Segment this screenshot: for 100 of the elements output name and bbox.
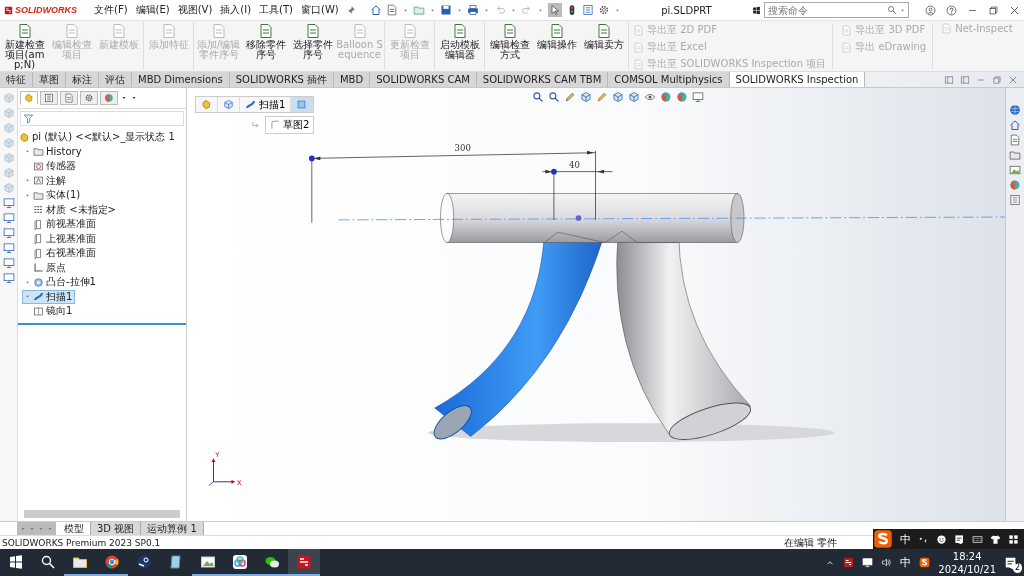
shirt-icon[interactable] — [990, 533, 1001, 545]
magnifier-icon[interactable] — [532, 91, 544, 103]
pencil-icon[interactable] — [564, 91, 576, 103]
menu-item[interactable]: 插入(I) — [219, 3, 253, 17]
tree-item[interactable]: 前视基准面 — [22, 217, 99, 232]
close-icon[interactable] — [1009, 4, 1020, 16]
help-icon[interactable] — [946, 4, 957, 16]
ime-logo-icon[interactable] — [919, 557, 931, 568]
ribbon-button[interactable]: 编辑卖方 — [580, 22, 627, 70]
picture-icon[interactable] — [1009, 164, 1021, 176]
tree-item[interactable]: 凸台-拉伸1 — [22, 275, 99, 290]
tree-item[interactable]: 原点 — [22, 260, 69, 275]
search-field[interactable]: 搜索命令 — [764, 2, 909, 18]
folder-icon[interactable] — [412, 4, 425, 16]
model-tab[interactable]: 3D 视图 — [91, 522, 142, 535]
document-icon[interactable] — [1009, 134, 1021, 146]
cube-icon[interactable] — [628, 91, 640, 103]
search-icon — [40, 553, 56, 570]
close-icon[interactable] — [1008, 74, 1018, 85]
breadcrumb-item[interactable] — [291, 97, 314, 112]
sketch-button[interactable]: 草图2 — [265, 116, 315, 134]
panel-tab[interactable] — [100, 91, 118, 105]
menu-item[interactable]: 编辑(E) — [134, 3, 171, 17]
panel-tab[interactable] — [60, 91, 78, 105]
ribbon-button[interactable]: 选择零件序号 — [289, 22, 336, 70]
magnifier-icon[interactable] — [548, 91, 560, 103]
tree-item[interactable]: 传感器 — [22, 159, 79, 174]
pin-icon[interactable] — [345, 5, 356, 15]
eye-icon[interactable] — [644, 91, 656, 103]
print-icon[interactable] — [466, 4, 479, 16]
app-logo-icon[interactable] — [843, 557, 855, 568]
menu-item[interactable]: 窗口(W) — [300, 3, 340, 17]
pencil-icon[interactable] — [596, 91, 608, 103]
square-icon — [296, 99, 308, 110]
smiley-icon[interactable] — [936, 533, 947, 545]
notification-icon[interactable] — [1004, 555, 1018, 570]
ribbon-button[interactable]: 编辑检查方式 — [486, 22, 533, 70]
ime-logo-icon[interactable] — [873, 529, 893, 549]
tree-item[interactable]: 材质 <未指定> — [22, 202, 119, 217]
ime-language[interactable]: 中 — [900, 531, 911, 547]
filter-field[interactable] — [20, 111, 184, 126]
bent-arrow-icon — [251, 120, 261, 130]
scrollbar[interactable] — [24, 510, 180, 518]
account-icon[interactable] — [925, 4, 936, 16]
settings-icon[interactable] — [597, 4, 610, 16]
panel-icon[interactable] — [944, 74, 954, 85]
ribbon-button[interactable]: 启动模板编辑器 — [436, 22, 483, 70]
cube-icon[interactable] — [612, 91, 624, 103]
plane-icon — [33, 233, 44, 245]
restore-icon[interactable] — [992, 74, 1002, 85]
list-icon[interactable] — [581, 4, 594, 16]
tree-item[interactable]: 上视基准面 — [22, 231, 99, 246]
message-icon[interactable] — [954, 533, 965, 545]
keyboard-icon[interactable] — [972, 533, 983, 545]
ribbon-button[interactable]: 移除零件序号 — [242, 22, 289, 70]
dimension-value[interactable]: 40 — [569, 159, 580, 170]
monitor-icon[interactable] — [862, 557, 874, 568]
panel-tab[interactable] — [80, 91, 98, 105]
home-icon[interactable] — [1009, 119, 1021, 131]
panel-icon[interactable] — [960, 74, 970, 85]
tree-item[interactable]: History — [22, 144, 85, 159]
menu-item[interactable]: 文件(F) — [93, 3, 129, 17]
model-tab[interactable]: 运动算例 1 — [141, 522, 204, 535]
tree-item[interactable]: 扫描1 — [22, 289, 76, 304]
home-icon[interactable] — [369, 4, 382, 16]
color-wheel-icon[interactable] — [1009, 179, 1021, 191]
language-indicator[interactable]: 中 — [900, 555, 912, 570]
taskbar-button[interactable] — [288, 549, 320, 576]
save-icon[interactable] — [439, 4, 452, 16]
sketch-point — [309, 155, 315, 162]
globe-icon[interactable] — [1009, 104, 1021, 116]
clock-time[interactable]: 18:24 — [952, 549, 982, 563]
tree-item[interactable]: 注解 — [22, 173, 69, 188]
axis-triad-icon — [208, 458, 236, 487]
menu-item[interactable]: 视图(V) — [176, 3, 214, 17]
new-document-icon[interactable] — [385, 4, 398, 16]
menu-item[interactable]: 工具(T) — [258, 3, 295, 17]
sphere-icon[interactable] — [660, 91, 672, 103]
tree-item[interactable]: pi (默认) <<默认>_显示状态 1 — [18, 130, 178, 145]
clock-date[interactable]: 2024/10/21 — [938, 562, 996, 576]
dimension-value[interactable]: 300 — [454, 142, 471, 153]
folder-icon — [33, 146, 44, 158]
sketch-point — [575, 215, 582, 221]
command-tab[interactable]: SOLIDWORKS Inspection — [729, 72, 866, 87]
search-icon[interactable] — [887, 5, 897, 15]
tree-item[interactable]: 实体(1) — [22, 188, 84, 203]
ribbon-button[interactable]: 编辑操作 — [533, 22, 580, 70]
speaker-icon[interactable] — [881, 557, 893, 568]
sphere-icon[interactable] — [676, 91, 688, 103]
folder-icon[interactable] — [1009, 149, 1021, 161]
list-icon[interactable] — [1009, 194, 1021, 206]
tree-item[interactable]: 右视基准面 — [22, 246, 99, 261]
grid-icon[interactable] — [1008, 533, 1019, 545]
tree-item[interactable]: 镜向1 — [22, 304, 76, 319]
cursor-icon — [548, 4, 561, 16]
cube-icon[interactable] — [580, 91, 592, 103]
restore-icon[interactable] — [988, 4, 999, 16]
select-button[interactable] — [547, 3, 562, 17]
ribbon-button[interactable]: 新建检查项目(amp;N) — [1, 22, 48, 70]
panel-tab[interactable] — [40, 91, 58, 105]
